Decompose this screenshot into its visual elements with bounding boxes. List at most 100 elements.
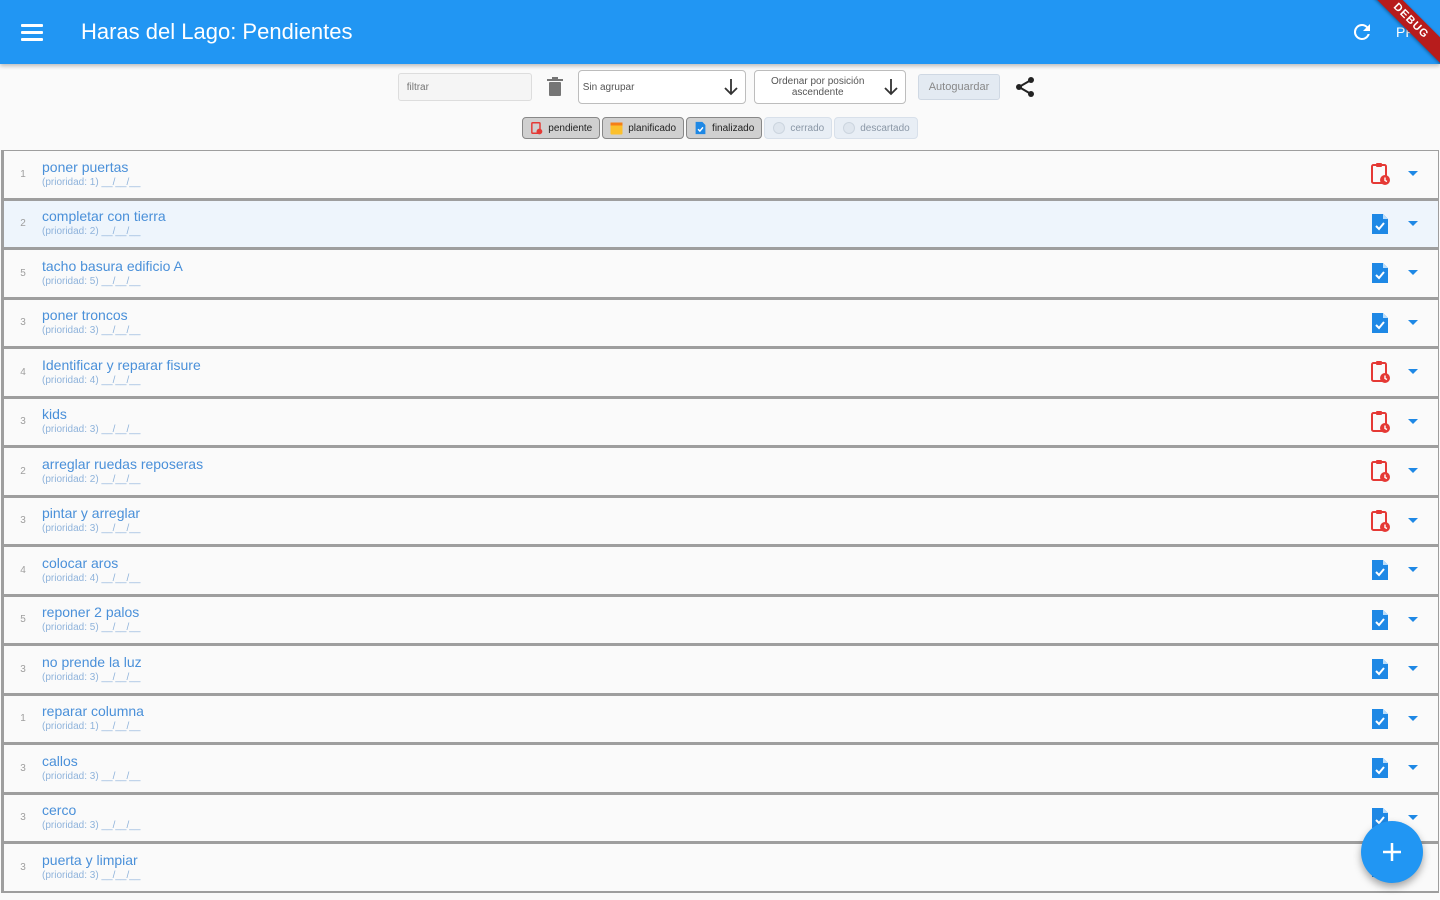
- task-title: poner puertas: [42, 158, 129, 175]
- task-row[interactable]: 3 no prende la luz (prioridad: 3) __/__/…: [1, 645, 1439, 695]
- expand-more-icon[interactable]: [1400, 508, 1426, 534]
- task-priority-number: 2: [20, 218, 26, 230]
- clipboard-clock-icon[interactable]: [1366, 457, 1394, 485]
- task-row[interactable]: 1 poner puertas (prioridad: 1) __/__/__: [1, 150, 1439, 200]
- expand-more-icon[interactable]: [1400, 409, 1426, 435]
- expand-more-icon[interactable]: [1400, 755, 1426, 781]
- filter-input[interactable]: [397, 73, 532, 101]
- refresh-button[interactable]: [1342, 12, 1382, 52]
- task-priority-number: 1: [20, 713, 26, 725]
- autosave-button[interactable]: Autoguardar: [917, 74, 1001, 100]
- expand-more-icon[interactable]: [1400, 161, 1426, 187]
- document-check-icon[interactable]: [1366, 705, 1394, 733]
- task-priority-number: 4: [20, 366, 26, 378]
- expand-more-icon[interactable]: [1400, 359, 1426, 385]
- status-chip-descartado[interactable]: descartado: [834, 117, 918, 139]
- task-priority-number: 3: [20, 861, 26, 873]
- group-by-dropdown[interactable]: Sin agrupar: [577, 70, 746, 104]
- expand-more-icon[interactable]: [1400, 310, 1426, 336]
- task-row[interactable]: 3 puerta y limpiar (prioridad: 3) __/__/…: [1, 843, 1439, 893]
- task-texts: cerco (prioridad: 3) __/__/__: [42, 802, 1366, 833]
- task-texts: kids (prioridad: 3) __/__/__: [42, 406, 1366, 437]
- document-check-icon[interactable]: [1366, 655, 1394, 683]
- task-title: callos: [42, 752, 78, 769]
- clipboard-clock-icon[interactable]: [1366, 160, 1394, 188]
- task-row[interactable]: 5 reponer 2 palos (prioridad: 5) __/__/_…: [1, 595, 1439, 645]
- task-texts: reponer 2 palos (prioridad: 5) __/__/__: [42, 604, 1366, 635]
- task-texts: tacho basura edificio A (prioridad: 5) _…: [42, 258, 1366, 289]
- task-subtitle: (prioridad: 3) __/__/__: [42, 820, 141, 832]
- share-button[interactable]: [1008, 70, 1042, 104]
- clipboard-clock-icon[interactable]: [1366, 408, 1394, 436]
- task-subtitle: (prioridad: 1) __/__/__: [42, 721, 141, 733]
- task-texts: callos (prioridad: 3) __/__/__: [42, 753, 1366, 784]
- task-row[interactable]: 1 reparar columna (prioridad: 1) __/__/_…: [1, 694, 1439, 744]
- task-row[interactable]: 3 callos (prioridad: 3) __/__/__: [1, 744, 1439, 794]
- task-title: Identificar y reparar fisure: [42, 356, 201, 373]
- task-title: completar con tierra: [42, 208, 166, 225]
- expand-more-icon[interactable]: [1400, 706, 1426, 732]
- task-priority-number: 3: [20, 762, 26, 774]
- task-title: reparar columna: [42, 703, 144, 720]
- expand-more-icon[interactable]: [1400, 607, 1426, 633]
- status-chip-label: pendiente: [548, 122, 593, 134]
- task-row[interactable]: 5 tacho basura edificio A (prioridad: 5)…: [1, 249, 1439, 299]
- expand-more-icon[interactable]: [1400, 557, 1426, 583]
- task-priority-number: 4: [20, 564, 26, 576]
- task-row[interactable]: 3 cerco (prioridad: 3) __/__/__: [1, 793, 1439, 843]
- add-task-button[interactable]: [1361, 821, 1423, 883]
- task-subtitle: (prioridad: 1) __/__/__: [42, 176, 141, 188]
- task-title: kids: [42, 406, 67, 423]
- share-icon: [1016, 77, 1035, 97]
- task-subtitle: (prioridad: 3) __/__/__: [42, 671, 141, 683]
- task-priority-number: 3: [20, 416, 26, 428]
- task-title: no prende la luz: [42, 653, 142, 670]
- status-chip-label: finalizado: [712, 122, 755, 134]
- status-filter-chips: pendiente planificado finalizado cerrado des…: [0, 116, 1440, 140]
- expand-more-icon[interactable]: [1400, 656, 1426, 682]
- task-row[interactable]: 4 Identificar y reparar fisure (priorida…: [1, 348, 1439, 398]
- document-check-icon[interactable]: [1366, 754, 1394, 782]
- document-check-icon[interactable]: [1366, 556, 1394, 584]
- expand-more-icon[interactable]: [1400, 458, 1426, 484]
- status-chip-pendiente[interactable]: pendiente: [522, 117, 601, 139]
- document-check-icon[interactable]: [1366, 210, 1394, 238]
- task-title: pintar y arreglar: [42, 505, 141, 522]
- task-subtitle: (prioridad: 3) __/__/__: [42, 869, 141, 881]
- circle-icon: [842, 121, 855, 135]
- hamburger-icon: [21, 23, 43, 41]
- task-row[interactable]: 3 kids (prioridad: 3) __/__/__: [1, 397, 1439, 447]
- task-texts: pintar y arreglar (prioridad: 3) __/__/_…: [42, 505, 1366, 536]
- document-check-icon[interactable]: [1366, 606, 1394, 634]
- clipboard-clock-icon[interactable]: [1366, 358, 1394, 386]
- task-row[interactable]: 3 pintar y arreglar (prioridad: 3) __/__…: [1, 496, 1439, 546]
- status-chip-planificado[interactable]: planificado: [602, 117, 685, 139]
- task-priority-number: 5: [20, 614, 26, 626]
- status-chip-cerrado[interactable]: cerrado: [764, 117, 833, 139]
- menu-button[interactable]: [0, 0, 64, 64]
- task-priority-number: 5: [20, 267, 26, 279]
- task-title: puerta y limpiar: [42, 851, 138, 868]
- calendar-icon: [610, 121, 623, 135]
- clipboard-clock-icon[interactable]: [1366, 507, 1394, 535]
- task-texts: reparar columna (prioridad: 1) __/__/__: [42, 703, 1366, 734]
- document-check-icon[interactable]: [1366, 259, 1394, 287]
- page-title: Haras del Lago: Pendientes: [81, 19, 353, 44]
- document-check-icon[interactable]: [1366, 309, 1394, 337]
- task-row[interactable]: 2 completar con tierra (prioridad: 2) __…: [1, 199, 1439, 249]
- task-texts: Identificar y reparar fisure (prioridad:…: [42, 357, 1366, 388]
- expand-more-icon[interactable]: [1400, 211, 1426, 237]
- task-row[interactable]: 4 colocar aros (prioridad: 4) __/__/__: [1, 546, 1439, 596]
- expand-more-icon[interactable]: [1400, 260, 1426, 286]
- task-row[interactable]: 3 poner troncos (prioridad: 3) __/__/__: [1, 298, 1439, 348]
- task-title: poner troncos: [42, 307, 128, 324]
- task-texts: poner troncos (prioridad: 3) __/__/__: [42, 307, 1366, 338]
- task-subtitle: (prioridad: 5) __/__/__: [42, 275, 141, 287]
- task-texts: arreglar ruedas reposeras (prioridad: 2)…: [42, 456, 1366, 487]
- task-priority-number: 2: [20, 465, 26, 477]
- arrow-down-icon: [724, 79, 738, 96]
- clear-filter-button[interactable]: [540, 72, 570, 102]
- task-row[interactable]: 2 arreglar ruedas reposeras (prioridad: …: [1, 447, 1439, 497]
- sort-dropdown[interactable]: Ordenar por posición ascendente: [753, 70, 906, 104]
- status-chip-finalizado[interactable]: finalizado: [686, 117, 763, 139]
